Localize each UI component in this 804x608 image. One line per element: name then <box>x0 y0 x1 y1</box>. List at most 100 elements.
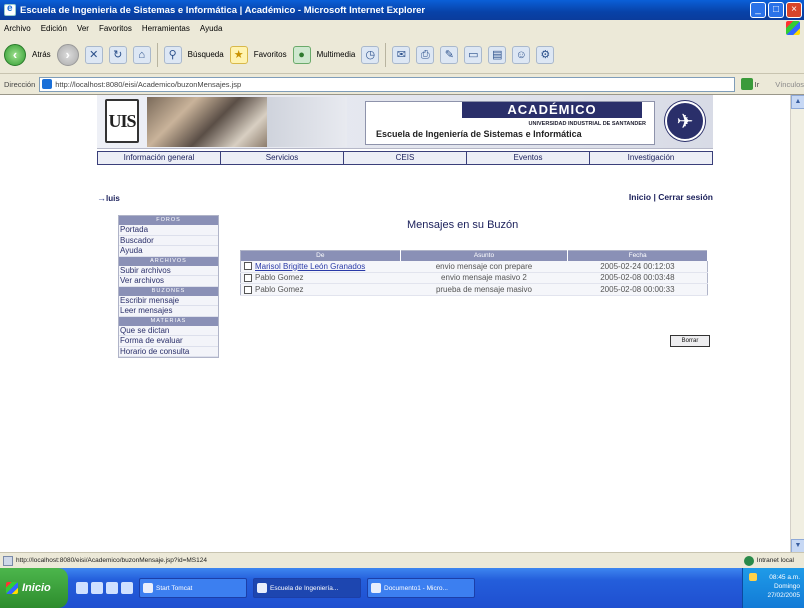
ie-quicklaunch-icon[interactable] <box>91 582 103 594</box>
subject-cell: envio mensaje masivo 2 <box>400 272 568 284</box>
row-checkbox[interactable] <box>244 262 252 271</box>
toolbar: ‹ Atrás › ✕ ↻ ⌂ ⚲ Búsqueda ★ Favoritos ●… <box>0 36 804 74</box>
sidebar-item-forma-de-evaluar[interactable]: Forma de evaluar <box>119 336 218 347</box>
minimize-button[interactable]: _ <box>750 2 766 18</box>
menu-archivo[interactable]: Archivo <box>4 24 31 33</box>
intranet-icon <box>743 555 754 566</box>
favorites-label[interactable]: Favoritos <box>254 50 287 59</box>
tools-icon[interactable]: ⚙ <box>536 45 555 64</box>
user-name: luis <box>106 194 120 203</box>
nav-servicios[interactable]: Servicios <box>221 152 344 164</box>
sidebar-item-buscador[interactable]: Buscador <box>119 235 218 246</box>
home-icon[interactable]: ⌂ <box>132 45 151 64</box>
from-cell: Pablo Gomez <box>240 272 401 284</box>
quick-launch <box>76 582 133 594</box>
sidebar-item-ver-archivos[interactable]: Ver archivos <box>119 276 218 287</box>
ie-icon <box>4 3 16 16</box>
menu-favoritos[interactable]: Favoritos <box>99 24 132 33</box>
forward-button[interactable]: › <box>56 43 79 66</box>
back-label: Atrás <box>32 50 51 59</box>
close-button[interactable]: × <box>786 2 802 18</box>
table-row: Marisol Brigitte León Granados envio men… <box>240 260 708 273</box>
scroll-up-icon[interactable]: ▲ <box>791 95 804 109</box>
edit-icon[interactable]: ✎ <box>440 45 459 64</box>
media-player-icon[interactable] <box>106 582 118 594</box>
scroll-down-icon[interactable]: ▼ <box>791 539 804 553</box>
history-icon[interactable]: ◷ <box>361 45 380 64</box>
sidebar-item-subir-archivos[interactable]: Subir archivos <box>119 265 218 276</box>
date-cell: 2005-02-08 00:03:48 <box>567 272 708 284</box>
back-button[interactable]: ‹ <box>4 43 26 66</box>
delete-button[interactable]: Borrar <box>670 335 710 347</box>
menu-ayuda[interactable]: Ayuda <box>200 24 223 33</box>
menu-herramientas[interactable]: Herramientas <box>142 24 190 33</box>
sidebar-menu: FOROS Portada Buscador Ayuda ARCHIVOS Su… <box>118 215 219 358</box>
media-icon[interactable]: ● <box>292 45 311 64</box>
nav-investigacion[interactable]: Investigación <box>590 152 712 164</box>
windows-flag-icon <box>6 582 18 594</box>
current-user: →luis <box>97 193 120 203</box>
banner-photo <box>147 97 267 147</box>
from-text: Pablo Gomez <box>255 273 304 283</box>
favorites-star-icon[interactable]: ★ <box>229 45 248 64</box>
media-label[interactable]: Multimedia <box>317 50 356 59</box>
banner-photo-building <box>267 97 347 147</box>
taskbar-item-browser[interactable]: Escuela de Ingeniería... <box>253 578 361 598</box>
folder-quicklaunch-icon[interactable] <box>121 582 133 594</box>
messenger-icon[interactable]: ☺ <box>512 45 531 64</box>
system-tray: 08:45 a.m. Domingo 27/02/2005 <box>742 568 804 608</box>
mail-icon[interactable]: ✉ <box>392 45 411 64</box>
date-cell: 2005-02-08 00:00:33 <box>567 283 708 296</box>
folder-icon[interactable]: ▭ <box>464 45 483 64</box>
toolbar-separator <box>156 42 158 67</box>
links-label[interactable]: Vínculos <box>775 80 804 89</box>
address-label: Dirección <box>4 79 36 89</box>
site-nav: Información general Servicios CEIS Event… <box>97 151 713 165</box>
row-checkbox[interactable] <box>244 274 252 283</box>
column-header-fecha: Fecha <box>567 250 708 261</box>
nav-ceis[interactable]: CEIS <box>344 152 467 164</box>
ie-task-icon <box>257 583 267 593</box>
page-title: Mensajes en su Buzón <box>407 219 519 231</box>
zone-label: Intranet local <box>756 557 794 564</box>
volume-icon[interactable] <box>749 573 757 581</box>
start-button[interactable]: Inicio <box>0 568 68 608</box>
from-link[interactable]: Marisol Brigitte León Granados <box>255 262 365 271</box>
site-banner: UIS ACADÉMICO UNIVERSIDAD INDUSTRIAL DE … <box>97 95 713 149</box>
search-label[interactable]: Búsqueda <box>188 50 224 59</box>
taskbar-item-start-tomcat[interactable]: Start Tomcat <box>139 578 247 598</box>
sidebar-item-horario-de-consulta[interactable]: Horario de consulta <box>119 346 218 357</box>
search-icon[interactable]: ⚲ <box>163 45 182 64</box>
taskbar-item-word[interactable]: Documento1 - Micro... <box>367 578 475 598</box>
print-icon[interactable]: ⎙ <box>416 45 435 64</box>
go-icon[interactable] <box>740 78 753 90</box>
research-icon[interactable]: ▤ <box>488 45 507 64</box>
row-checkbox[interactable] <box>244 285 252 294</box>
start-label: Inicio <box>22 582 51 594</box>
sidebar-header-buzones: BUZONES <box>119 286 218 296</box>
nav-eventos[interactable]: Eventos <box>467 152 590 164</box>
sidebar-item-leer-mensajes[interactable]: Leer mensajes <box>119 306 218 317</box>
sidebar-item-que-se-dictan[interactable]: Que se dictan <box>119 325 218 336</box>
address-url: http://localhost:8080/eisi/Academico/buz… <box>55 79 242 89</box>
menu-edicion[interactable]: Edición <box>41 24 67 33</box>
vertical-scrollbar[interactable]: ▲ ▼ <box>790 95 804 553</box>
uis-logo: UIS <box>105 99 139 143</box>
show-desktop-icon[interactable] <box>76 582 88 594</box>
from-cell: Marisol Brigitte León Granados <box>240 260 401 273</box>
menu-ver[interactable]: Ver <box>77 24 89 33</box>
task-label: Start Tomcat <box>156 584 193 592</box>
go-label[interactable]: Ir <box>755 80 760 89</box>
maximize-button[interactable]: □ <box>768 2 784 18</box>
sidebar-item-portada[interactable]: Portada <box>119 225 218 236</box>
session-links[interactable]: Inicio | Cerrar sesión <box>629 192 713 202</box>
task-label: Escuela de Ingeniería... <box>270 584 339 592</box>
word-icon <box>371 583 381 593</box>
sidebar-item-ayuda[interactable]: Ayuda <box>119 246 218 257</box>
nav-informacion-general[interactable]: Información general <box>98 152 221 164</box>
address-input[interactable]: http://localhost:8080/eisi/Academico/buz… <box>39 76 735 92</box>
sidebar-item-escribir-mensaje[interactable]: Escribir mensaje <box>119 295 218 306</box>
refresh-icon[interactable]: ↻ <box>108 45 127 64</box>
stop-icon[interactable]: ✕ <box>84 45 103 64</box>
column-header-asunto: Asunto <box>400 250 569 261</box>
